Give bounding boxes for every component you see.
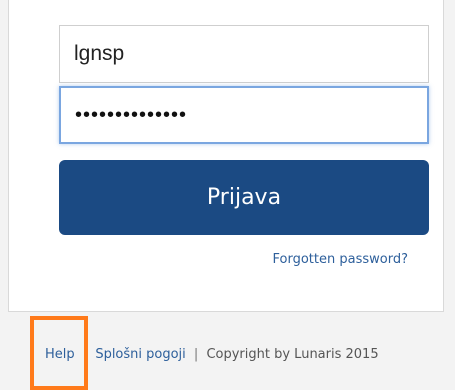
help-link[interactable]: Help: [45, 347, 75, 362]
password-field[interactable]: ••••••••••••••: [59, 86, 429, 144]
password-value: ••••••••••••••: [75, 103, 188, 126]
login-card: lgnsp •••••••••••••• Prijava Forgotten p…: [8, 0, 444, 312]
separator: |: [82, 347, 88, 362]
login-button-label: Prijava: [206, 185, 282, 210]
footer: Help | Splošni pogoji | Copyright by Lun…: [45, 347, 379, 362]
copyright-text: Copyright by Lunaris 2015: [206, 347, 379, 362]
login-button[interactable]: Prijava: [59, 160, 429, 235]
separator: |: [193, 347, 199, 362]
username-field[interactable]: lgnsp: [59, 25, 429, 83]
forgot-password-link[interactable]: Forgotten password?: [273, 252, 408, 267]
username-value: lgnsp: [74, 42, 125, 65]
terms-link[interactable]: Splošni pogoji: [95, 347, 185, 362]
